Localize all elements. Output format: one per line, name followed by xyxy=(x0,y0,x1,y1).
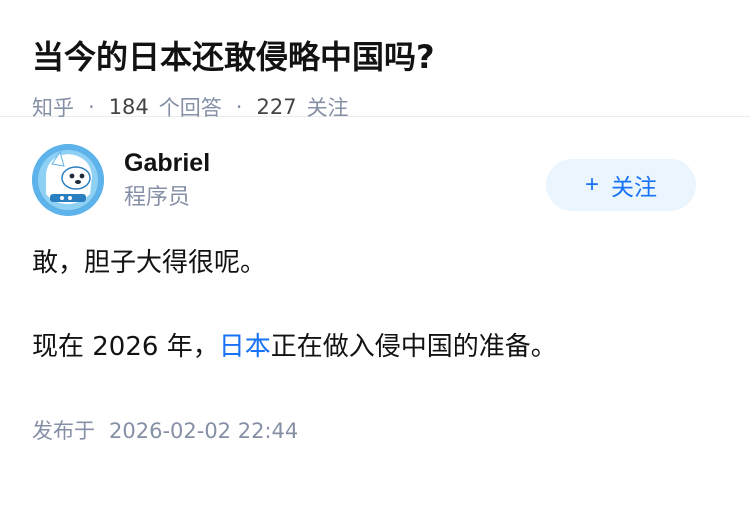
robot-dog-avatar-icon xyxy=(32,144,104,216)
published-date: 2026-02-02 22:44 xyxy=(109,419,299,443)
answer-paragraph: 现在 2026 年，日本正在做入侵中国的准备。 xyxy=(32,327,718,367)
answer-content: 敢，胆子大得很呢。 现在 2026 年，日本正在做入侵中国的准备。 xyxy=(32,243,718,367)
author-row: Gabriel 程序员 + 关注 xyxy=(32,117,718,235)
answer-page: 当今的日本还敢侵略中国吗? 知乎 · 184 个回答 · 227 关注 Gabr… xyxy=(0,0,750,522)
answer-item: Gabriel 程序员 + 关注 敢，胆子大得很呢。 现在 2026 年，日本正… xyxy=(0,117,750,445)
meta-separator: · xyxy=(88,95,95,119)
answer-text: 正在做入侵中国的准备。 xyxy=(270,332,557,362)
published-label: 发布于 xyxy=(32,419,95,443)
author-headline: 程序员 xyxy=(124,185,191,210)
answer-paragraph: 敢，胆子大得很呢。 xyxy=(32,248,267,278)
question-title[interactable]: 当今的日本还敢侵略中国吗? xyxy=(32,34,718,80)
question-header: 当今的日本还敢侵略中国吗? 知乎 · 184 个回答 · 227 关注 xyxy=(0,0,750,120)
answers-count: 184 xyxy=(108,95,149,119)
follow-label: 关注 xyxy=(611,174,657,200)
followers-count: 227 xyxy=(256,95,297,119)
plus-icon: + xyxy=(584,171,599,198)
author-name[interactable]: Gabriel xyxy=(124,146,210,180)
follow-button[interactable]: + 关注 xyxy=(546,159,696,211)
answer-text: 现在 2026 年， xyxy=(32,332,219,362)
author-info: Gabriel 程序员 xyxy=(124,146,210,214)
avatar[interactable] xyxy=(32,144,104,216)
publish-time: 发布于 2026-02-02 22:44 xyxy=(32,415,718,445)
meta-separator: · xyxy=(235,95,243,119)
topic-link-japan[interactable]: 日本 xyxy=(219,332,271,362)
